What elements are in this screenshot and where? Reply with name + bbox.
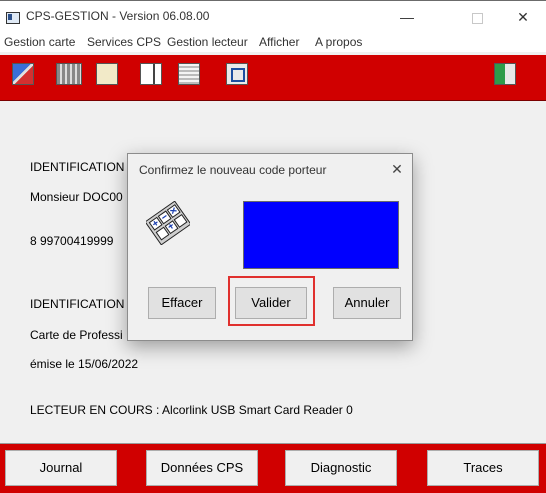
- maximize-button[interactable]: [454, 1, 500, 33]
- menu-afficher[interactable]: Afficher: [259, 35, 299, 49]
- menu-gestion-carte[interactable]: Gestion carte: [4, 35, 75, 49]
- dialog-close-button[interactable]: ✕: [386, 158, 408, 180]
- network-icon[interactable]: [226, 63, 248, 85]
- document-icon[interactable]: [178, 63, 200, 85]
- card-type: Carte de Professi: [30, 328, 123, 342]
- minimize-button[interactable]: —: [384, 1, 430, 33]
- identification-heading: IDENTIFICATION: [30, 160, 125, 174]
- clear-button[interactable]: Effacer: [148, 287, 216, 319]
- window-title: CPS-GESTION - Version 06.08.00: [26, 9, 210, 23]
- diagnostic-button[interactable]: Diagnostic: [285, 450, 397, 486]
- traces-button[interactable]: Traces: [427, 450, 539, 486]
- card-list-icon[interactable]: [140, 63, 162, 85]
- holder-name: Monsieur DOC00: [30, 190, 123, 204]
- dialog-title: Confirmez le nouveau code porteur: [139, 163, 327, 177]
- donnees-cps-button[interactable]: Données CPS: [146, 450, 258, 486]
- journal-button[interactable]: Journal: [5, 450, 117, 486]
- confirm-pin-dialog: Confirmez le nouveau code porteur ✕ Effa…: [127, 153, 413, 341]
- bottom-bar: Journal Données CPS Diagnostic Traces: [0, 444, 546, 493]
- title-bar: CPS-GESTION - Version 06.08.00 — ✕: [0, 0, 546, 33]
- card-transfer-icon[interactable]: [12, 63, 34, 85]
- pin-code-display: [243, 201, 399, 269]
- menu-gestion-lecteur[interactable]: Gestion lecteur: [167, 35, 248, 49]
- close-button[interactable]: ✕: [500, 1, 546, 33]
- toolbar: [0, 55, 546, 101]
- card-identification-heading: IDENTIFICATION: [30, 297, 125, 311]
- cancel-button[interactable]: Annuler: [333, 287, 401, 319]
- card-reader-icon[interactable]: [56, 63, 82, 85]
- issue-date: émise le 15/06/2022: [30, 357, 139, 371]
- maximize-icon: [471, 12, 483, 24]
- holder-id: 8 99700419999: [30, 234, 114, 248]
- menu-services-cps[interactable]: Services CPS: [87, 35, 161, 49]
- current-reader: LECTEUR EN COURS : Alcorlink USB Smart C…: [30, 403, 353, 417]
- menu-a-propos[interactable]: A propos: [315, 35, 362, 49]
- card-info-icon[interactable]: [96, 63, 118, 85]
- menu-bar: Gestion carte Services CPS Gestion lecte…: [0, 32, 546, 52]
- exit-icon[interactable]: [494, 63, 516, 85]
- app-icon: [6, 12, 20, 24]
- keypad-icon: [146, 201, 190, 245]
- validate-highlight-box: [228, 276, 315, 326]
